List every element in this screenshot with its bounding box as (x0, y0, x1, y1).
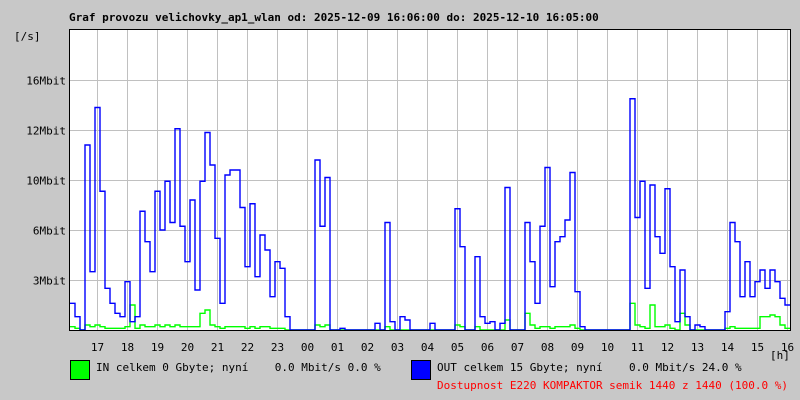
traffic-chart: 3Mbit 6Mbit 10Mbit 12Mbit 16Mbit 17 18 19 20 21 22… (26, 29, 794, 354)
y-tick-label: 12Mbit (26, 125, 66, 138)
x-tick-label: 15 (751, 341, 764, 354)
x-tick-label: 05 (451, 341, 464, 354)
legend-out-text: OUT celkem 15 Gbyte; nyní 0.0 Mbit/s 24.… (437, 361, 742, 374)
x-tick-label: 19 (151, 341, 164, 354)
x-tick-label: 00 (301, 341, 314, 354)
x-tick-label: 07 (511, 341, 524, 354)
y-tick-label: 10Mbit (26, 175, 66, 188)
x-tick-label: 13 (691, 341, 704, 354)
x-tick-label: 22 (241, 341, 254, 354)
x-tick-label: 06 (481, 341, 494, 354)
x-tick-label: 17 (91, 341, 104, 354)
x-tick-label: 04 (421, 341, 435, 354)
x-tick-label: 08 (541, 341, 554, 354)
y-tick-label: 3Mbit (33, 275, 66, 288)
legend-in-swatch (70, 360, 90, 380)
x-axis-unit-label: [h] (770, 349, 790, 362)
x-tick-label: 03 (391, 341, 404, 354)
x-tick-label: 02 (361, 341, 374, 354)
x-tick-label: 10 (601, 341, 614, 354)
x-tick-label: 18 (121, 341, 134, 354)
x-tick-label: 12 (661, 341, 674, 354)
y-tick-label: 6Mbit (33, 225, 66, 238)
x-tick-label: 23 (271, 341, 284, 354)
y-tick-label: 16Mbit (26, 75, 66, 88)
x-tick-label: 14 (721, 341, 735, 354)
availability-text: Dostupnost E220 KOMPAKTOR semik 1440 z 1… (437, 379, 788, 392)
x-tick-label: 01 (331, 341, 344, 354)
legend-in-text: IN celkem 0 Gbyte; nyní 0.0 Mbit/s 0.0 % (96, 361, 381, 374)
x-tick-label: 09 (571, 341, 584, 354)
legend-out-swatch (411, 360, 431, 380)
x-tick-label: 21 (211, 341, 224, 354)
x-tick-label: 20 (181, 341, 194, 354)
x-tick-label: 11 (631, 341, 644, 354)
